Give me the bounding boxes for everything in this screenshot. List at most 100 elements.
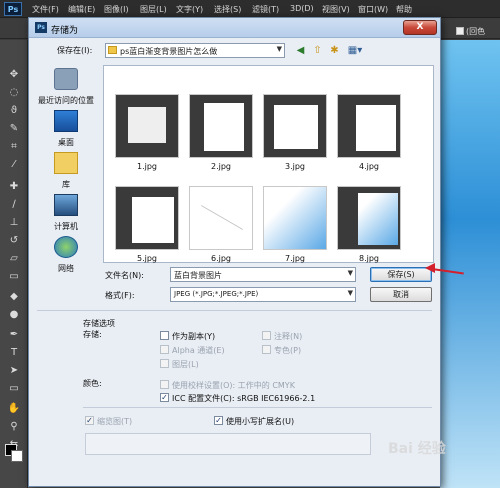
crop-tool-icon[interactable]: ⌗ [6,140,22,153]
menu-type[interactable]: 文字(Y) [176,4,203,15]
views-menu-icon[interactable]: ▦▾ [345,44,365,57]
layers-checkbox[interactable] [160,359,169,368]
menu-select[interactable]: 选择(S) [214,4,241,15]
annotation-arrow-head-icon [425,263,435,273]
thumbnail-content [356,105,396,151]
menu-file[interactable]: 文件(F) [32,4,59,15]
options-section-title: 存储选项 [83,319,115,328]
eyedropper-tool-icon[interactable]: ⁄ [6,158,22,171]
menu-edit[interactable]: 编辑(E) [68,4,95,15]
watermark-text: Bai 经验 [388,441,446,457]
place-recent[interactable]: 最近访问的位置 [35,68,97,108]
save-button[interactable]: 保存(S) [370,267,432,282]
file-thumbnail [337,94,401,158]
format-select[interactable]: JPEG (*.JPG;*.JPEG;*.JPE) ▼ [170,287,356,302]
place-label-desktop: 桌面 [58,138,74,147]
file-thumbnail [337,186,401,250]
proof-checkbox[interactable] [160,380,169,389]
notes-checkbox[interactable] [262,331,271,340]
file-thumbnail [189,186,253,250]
menu-window[interactable]: 窗口(W) [358,4,388,15]
shape-tool-icon[interactable]: ▭ [6,382,22,395]
place-desktop[interactable]: 桌面 [35,110,97,150]
place-network[interactable]: 网络 [35,236,97,276]
chevron-down-icon: ▼ [276,45,282,53]
close-button[interactable]: X [403,20,437,35]
warning-box [85,433,371,455]
thumbnail-checkbox[interactable]: ✓ [85,416,94,425]
save-in-label: 保存在(I): [57,46,93,55]
menu-filter[interactable]: 滤镜(T) [252,4,279,15]
place-label-computer: 计算机 [54,222,78,231]
photoshop-logo-icon: Ps [4,2,22,16]
icc-checkbox[interactable]: ✓ [160,393,169,402]
library-icon [54,152,78,174]
history-brush-tool-icon[interactable]: ↺ [6,234,22,247]
thumbnail-content [358,193,398,245]
gradient-tool-icon[interactable]: ▭ [6,270,22,283]
up-folder-icon[interactable]: ⇧ [311,44,324,57]
marquee-tool-icon[interactable]: ◌ [6,86,22,99]
brush-tool-icon[interactable]: ∕ [6,198,22,211]
store-label: 存储: [83,330,102,339]
thumbnail-label: 缩览图(T) [97,417,133,426]
alpha-checkbox[interactable] [160,345,169,354]
menu-layer[interactable]: 图层(L) [140,4,167,15]
hand-tool-icon[interactable]: ✋ [6,402,22,415]
ps-toolbar: ✥ ◌ ϑ ✎ ⌗ ⁄ ✚ ∕ ⊥ ↺ ▱ ▭ ◆ ● ✒ T ➤ ▭ ✋ ⚲ … [0,40,28,488]
menu-image[interactable]: 图像(I) [104,4,129,15]
background-color-swatch[interactable] [11,450,23,462]
healing-tool-icon[interactable]: ✚ [6,180,22,193]
zoom-tool-icon[interactable]: ⚲ [6,420,22,433]
file-thumbnail [115,94,179,158]
network-icon [54,236,78,258]
place-computer[interactable]: 计算机 [35,194,97,234]
back-icon[interactable]: ◀ [294,44,307,57]
file-name: 1.jpg [136,162,157,171]
lowercase-ext-checkbox[interactable]: ✓ [214,416,223,425]
folder-icon [108,46,117,54]
filename-label: 文件名(N): [105,271,144,280]
file-name: 3.jpg [284,162,305,171]
option-checkbox[interactable] [456,27,464,35]
eraser-tool-icon[interactable]: ▱ [6,252,22,265]
save-in-combo[interactable]: ps蓝白渐变背景图片怎么做 ▼ [105,43,285,58]
alpha-label: Alpha 通道(E) [172,346,225,355]
file-list-view[interactable]: 1.jpg 2.jpg 3.jpg 4.jpg 5.jpg 6.jpg 7.jp… [103,65,434,263]
lasso-tool-icon[interactable]: ϑ [6,104,22,117]
place-label-library: 库 [62,180,70,189]
desktop-icon [54,110,78,132]
new-folder-icon[interactable]: ✱ [328,44,341,57]
file-thumbnail [115,186,179,250]
type-tool-icon[interactable]: T [6,346,22,359]
quick-select-tool-icon[interactable]: ✎ [6,122,22,135]
cancel-button[interactable]: 取消 [370,287,432,302]
filename-input[interactable]: 蓝白背景图片 ▼ [170,267,356,282]
path-select-tool-icon[interactable]: ➤ [6,364,22,377]
stamp-tool-icon[interactable]: ⊥ [6,216,22,229]
photoshop-app-icon: Ps [35,22,47,33]
as-copy-checkbox[interactable] [160,331,169,340]
thumbnail-content [200,205,244,230]
file-name: 7.jpg [284,254,305,263]
blur-tool-icon[interactable]: ◆ [6,290,22,303]
file-name: 2.jpg [210,162,231,171]
spot-checkbox[interactable] [262,345,271,354]
option-label: (回色 [466,27,486,36]
filename-value: 蓝白背景图片 [174,271,222,280]
notes-label: 注释(N) [274,332,303,341]
menu-help[interactable]: 帮助 [396,4,412,15]
menu-3d[interactable]: 3D(D) [290,4,314,13]
thumbnail-content [132,197,174,243]
menu-view[interactable]: 视图(V) [322,4,350,15]
move-tool-icon[interactable]: ✥ [6,68,22,81]
canvas-gradient [440,40,500,488]
format-label: 格式(F): [105,291,135,300]
file-name: 6.jpg [210,254,231,263]
file-name: 8.jpg [358,254,379,263]
dodge-tool-icon[interactable]: ● [6,308,22,321]
file-thumbnail [263,186,327,250]
pen-tool-icon[interactable]: ✒ [6,328,22,341]
place-library[interactable]: 库 [35,152,97,192]
computer-icon [54,194,78,216]
